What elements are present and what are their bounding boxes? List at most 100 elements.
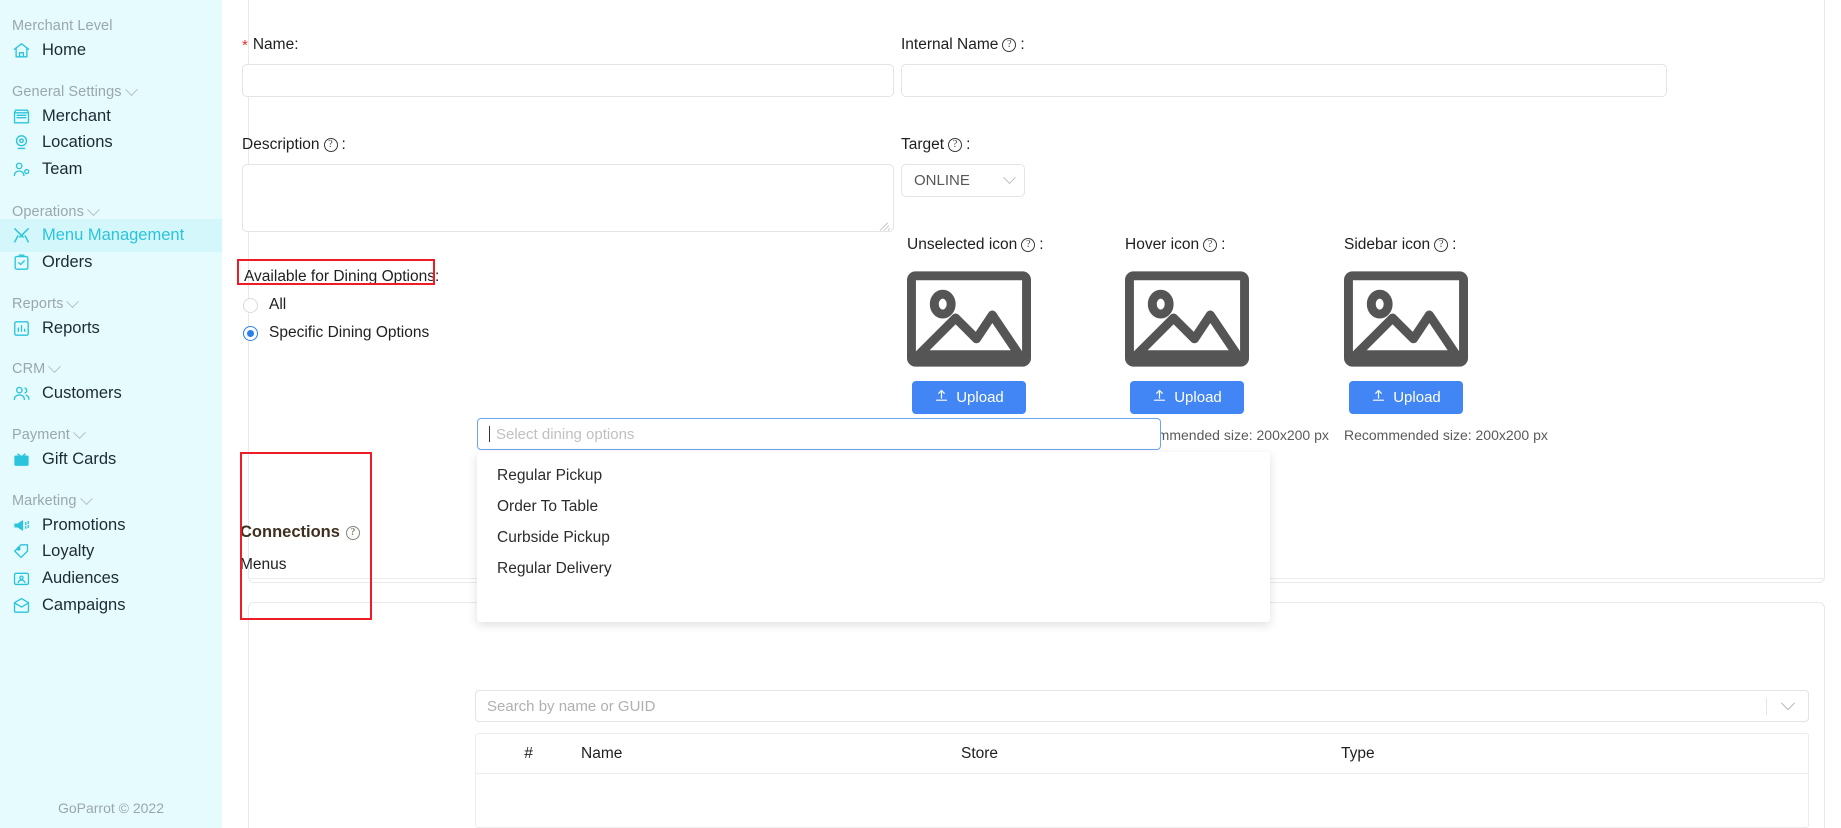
column-header-name: Name — [581, 744, 623, 762]
help-icon[interactable]: ? — [1002, 38, 1017, 52]
map-pin-icon — [12, 133, 31, 152]
nav-group-crm[interactable]: CRM — [12, 359, 62, 377]
sidebar-item-label: Home — [42, 41, 87, 59]
upload-button-label: Upload — [1174, 389, 1222, 406]
sidebar-icon-label-text: Sidebar icon — [1344, 236, 1431, 253]
name-input[interactable] — [242, 64, 894, 97]
chevron-down-icon[interactable] — [1767, 696, 1808, 711]
dropdown-option[interactable]: Regular Delivery — [477, 553, 1270, 584]
gift-card-icon — [12, 450, 31, 469]
sidebar-item-orders[interactable]: Orders — [0, 246, 222, 279]
target-label-text: Target — [901, 136, 945, 153]
upload-button-hover-icon[interactable]: Upload — [1130, 381, 1244, 414]
dining-options-select[interactable]: Select dining options — [477, 418, 1161, 450]
connections-title-text: Connections — [240, 523, 340, 541]
image-placeholder-icon — [1125, 271, 1249, 367]
sidebar-icon-label: Sidebar icon ? : — [1344, 236, 1548, 254]
sidebar-item-team[interactable]: Team — [0, 153, 222, 186]
sidebar-item-campaigns[interactable]: Campaigns — [0, 589, 222, 622]
internal-name-label: Internal Name ? : — [901, 36, 1025, 54]
help-icon[interactable]: ? — [323, 138, 338, 152]
dropdown-option[interactable]: Order To Table — [477, 491, 1270, 522]
chevron-down-icon — [1003, 171, 1016, 185]
chevron-down-icon — [73, 425, 86, 439]
menus-table: # Name Store Type — [475, 733, 1809, 828]
radio-indicator[interactable] — [243, 297, 258, 313]
description-label: Description ? : — [242, 136, 346, 154]
help-icon[interactable]: ? — [1434, 238, 1449, 252]
upload-icon — [934, 388, 949, 407]
help-icon[interactable]: ? — [1203, 238, 1218, 252]
image-placeholder-icon — [907, 271, 1031, 367]
dining-options-placeholder: Select dining options — [496, 425, 635, 443]
sidebar-item-home[interactable]: Home — [0, 34, 222, 67]
unselected-icon-label-text: Unselected icon — [907, 236, 1018, 253]
sidebar-item-label: Audiences — [42, 569, 120, 587]
internal-name-input[interactable] — [901, 64, 1667, 97]
main-content: * Name: Internal Name ? : Description ? … — [222, 0, 1841, 828]
nav-group-label-text: Merchant Level — [12, 18, 113, 34]
radio-specific-dining-options[interactable]: Specific Dining Options — [243, 324, 429, 342]
sidebar: Merchant Level Home General Settings Mer… — [0, 0, 222, 828]
required-asterisk: * — [242, 36, 248, 54]
hover-icon-label: Hover icon ? : — [1125, 236, 1329, 254]
nav-group-label-text: Marketing — [12, 493, 77, 509]
upload-button-unselected-icon[interactable]: Upload — [912, 381, 1026, 414]
radio-all[interactable]: All — [243, 296, 286, 314]
sidebar-footer-copyright: GoParrot © 2022 — [57, 800, 165, 816]
clipboard-check-icon — [12, 253, 31, 272]
dining-options-label: Available for Dining Options: — [244, 268, 439, 286]
nav-group-reports[interactable]: Reports — [12, 294, 80, 312]
sidebar-item-label: Merchant — [42, 107, 111, 125]
description-label-suffix: : — [341, 136, 346, 153]
store-icon — [12, 107, 31, 126]
dropdown-option[interactable]: Curbside Pickup — [477, 522, 1270, 553]
menus-search-select[interactable]: Search by name or GUID — [475, 690, 1809, 722]
megaphone-icon — [12, 516, 31, 535]
image-placeholder-icon — [1344, 271, 1468, 367]
upload-button-label: Upload — [956, 389, 1004, 406]
sidebar-item-reports[interactable]: Reports — [0, 312, 222, 345]
hover-icon-label-suffix: : — [1221, 236, 1226, 253]
sidebar-item-label: Orders — [42, 253, 93, 271]
upload-button-sidebar-icon[interactable]: Upload — [1349, 381, 1463, 414]
team-icon — [12, 160, 31, 179]
nav-group-payment[interactable]: Payment — [12, 425, 86, 443]
help-icon[interactable]: ? — [345, 525, 360, 540]
sidebar-item-label: Team — [42, 160, 83, 178]
tag-icon — [12, 542, 31, 561]
column-header-number: # — [524, 744, 533, 762]
dropdown-option[interactable]: Regular Pickup — [477, 460, 1270, 491]
sidebar-item-customers[interactable]: Customers — [0, 377, 222, 410]
sidebar-item-label: Locations — [42, 133, 113, 151]
sidebar-item-label: Menu Management — [42, 226, 185, 244]
sidebar-item-gift-cards[interactable]: Gift Cards — [0, 443, 222, 476]
chevron-down-icon — [79, 491, 93, 505]
upload-icon — [1152, 388, 1167, 407]
upload-icon — [1371, 388, 1386, 407]
target-label: Target ? : — [901, 136, 970, 154]
target-select[interactable]: ONLINE — [901, 164, 1025, 197]
nav-group-label-text: General Settings — [12, 84, 122, 100]
nav-group-operations[interactable]: Operations — [12, 202, 100, 220]
help-icon[interactable]: ? — [1021, 238, 1036, 252]
envelope-icon — [12, 596, 31, 615]
radio-indicator[interactable] — [243, 325, 258, 341]
nav-group-marketing[interactable]: Marketing — [12, 491, 93, 509]
help-icon[interactable]: ? — [948, 138, 963, 152]
radio-label: Specific Dining Options — [269, 324, 430, 341]
column-header-store: Store — [961, 744, 999, 762]
description-textarea[interactable] — [242, 164, 894, 232]
upload-button-label: Upload — [1393, 389, 1441, 406]
sidebar-item-label: Campaigns — [42, 596, 126, 614]
nav-group-label-text: Payment — [12, 427, 70, 443]
app-root: Merchant Level Home General Settings Mer… — [0, 0, 1841, 828]
nav-group-general-settings[interactable]: General Settings — [12, 82, 138, 100]
unselected-icon-block: Unselected icon ? : Upload Recommended s… — [907, 236, 1111, 443]
hover-icon-block: Hover icon ? : Upload Recommended size: … — [1125, 236, 1329, 443]
column-header-type: Type — [1341, 744, 1375, 762]
dining-options-dropdown[interactable]: Regular Pickup Order To Table Curbside P… — [477, 452, 1270, 622]
hover-icon-label-text: Hover icon — [1125, 236, 1200, 253]
sidebar-item-label: Loyalty — [42, 542, 95, 560]
home-icon — [12, 41, 31, 60]
